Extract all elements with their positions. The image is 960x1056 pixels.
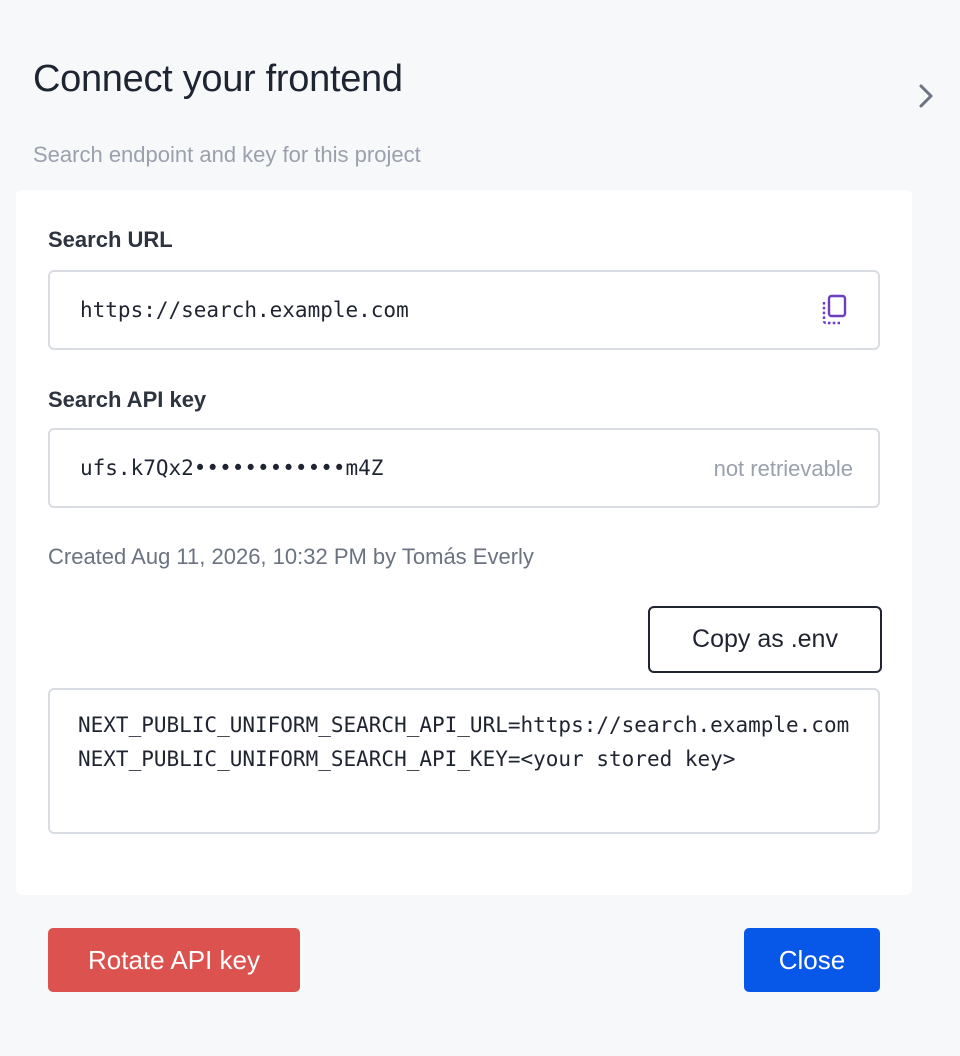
rotate-api-key-button[interactable]: Rotate API key	[48, 928, 300, 992]
search-url-label: Search URL	[48, 227, 173, 252]
not-retrievable-hint: not retrievable	[713, 456, 853, 481]
chevron-right-icon[interactable]	[912, 80, 940, 112]
env-snippet[interactable]: NEXT_PUBLIC_UNIFORM_SEARCH_API_URL=https…	[48, 688, 880, 834]
page-title: Connect your frontend	[33, 58, 403, 100]
close-button[interactable]: Close	[744, 928, 880, 992]
env-line-url: NEXT_PUBLIC_UNIFORM_SEARCH_API_URL=https…	[78, 713, 850, 737]
search-url-value[interactable]: https://search.example.com	[80, 298, 409, 322]
search-api-key-field: ufs.k7Qx2••••••••••••m4Z not retrievable	[48, 428, 880, 508]
connect-frontend-panel: Connect your frontend Search endpoint an…	[0, 0, 960, 1056]
copy-icon[interactable]	[820, 294, 850, 326]
env-line-key: NEXT_PUBLIC_UNIFORM_SEARCH_API_KEY=<your…	[78, 747, 736, 771]
copy-as-env-button[interactable]: Copy as .env	[648, 606, 882, 673]
page-subtitle: Search endpoint and key for this project	[33, 142, 421, 167]
search-url-field[interactable]: https://search.example.com	[48, 270, 880, 350]
search-api-key-value: ufs.k7Qx2••••••••••••m4Z	[80, 456, 384, 480]
created-meta: Created Aug 11, 2026, 10:32 PM by Tomás …	[48, 544, 534, 569]
search-api-key-label: Search API key	[48, 387, 207, 412]
